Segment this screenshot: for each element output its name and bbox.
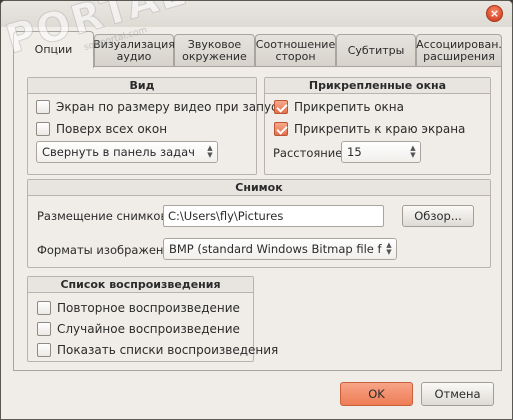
always-on-top-label: Поверх всех окон [56,122,168,136]
tab-options[interactable]: Опции [13,31,94,68]
select-arrows-icon: ▲ ▼ [203,142,217,162]
snapshot-location-label: Размещение снимков: [37,209,172,223]
shuffle-label: Случайное воспроизведение [57,322,240,336]
tab-audio-visualization[interactable]: Визуализация аудио [93,34,175,67]
snap-group-title: Прикрепленные окна [265,78,490,94]
view-group: Вид Экран по размеру видео при запус Пов… [27,77,278,175]
playlist-group-title: Список воспроизведения [28,277,253,293]
title-bar[interactable]: × [1,1,512,27]
view-group-title: Вид [28,78,256,94]
tab-surround-sound[interactable]: Звуковое окружение [174,34,255,67]
settings-dialog: × Опции Визуализация аудио Звуковое окру… [0,0,513,420]
repeat-checkbox[interactable] [37,301,51,315]
repeat-option[interactable]: Повторное воспроизведение [37,299,240,317]
close-button[interactable]: × [486,5,503,22]
cancel-button[interactable]: Отмена [421,382,494,406]
fit-video-checkbox[interactable] [36,100,50,114]
fit-video-label: Экран по размеру видео при запус [56,100,278,114]
snapshot-group: Снимок Размещение снимков: C:\Users\fly\… [27,179,491,268]
image-formats-value: BMP (standard Windows Bitmap file format… [169,242,397,256]
distance-value: 15 [347,145,362,159]
snap-edge-checkbox[interactable] [274,122,288,136]
fit-video-option[interactable]: Экран по размеру видео при запус [36,98,278,116]
show-playlists-option[interactable]: Показать списки воспроизведения [37,341,278,359]
tab-aspect-ratio[interactable]: Соотношение сторон [255,34,336,67]
snap-windows-group: Прикрепленные окна Прикрепить окна Прикр… [264,77,491,175]
snap-windows-label: Прикрепить окна [294,100,404,114]
show-playlists-label: Показать списки воспроизведения [57,343,279,357]
ok-button[interactable]: OK [340,382,413,406]
image-formats-label: Форматы изображений: [37,243,183,257]
select-arrows-icon: ▲ ▼ [382,239,396,259]
show-playlists-checkbox[interactable] [37,343,51,357]
snap-windows-checkbox[interactable] [274,100,288,114]
snapshot-group-title: Снимок [28,180,490,196]
distance-spinbox[interactable]: 15 ▲ ▼ [341,141,421,163]
minimize-select-value: Свернуть в панель задач [42,145,195,159]
browse-button[interactable]: Обзор... [402,205,474,227]
always-on-top-option[interactable]: Поверх всех окон [36,120,167,138]
snapshot-location-input[interactable]: C:\Users\fly\Pictures [163,205,384,227]
spin-arrows-icon[interactable]: ▲ ▼ [406,142,420,162]
repeat-label: Повторное воспроизведение [57,301,240,315]
playlist-group: Список воспроизведения Повторное воспрои… [27,276,278,362]
image-formats-select[interactable]: BMP (standard Windows Bitmap file format… [163,238,397,260]
snap-windows-option[interactable]: Прикрепить окна [274,98,404,116]
tab-file-associations[interactable]: Ассоциирован. расширения [416,34,502,67]
options-panel: Вид Экран по размеру видео при запус Пов… [13,66,502,371]
distance-label: Расстояние: [273,146,347,160]
shuffle-checkbox[interactable] [37,322,51,336]
shuffle-option[interactable]: Случайное воспроизведение [37,320,240,338]
always-on-top-checkbox[interactable] [36,122,50,136]
tab-subtitles[interactable]: Субтитры [336,34,416,67]
minimize-select[interactable]: Свернуть в панель задач ▲ ▼ [36,141,218,163]
snap-edge-label: Прикрепить к краю экрана [294,122,466,136]
snap-edge-option[interactable]: Прикрепить к краю экрана [274,120,465,138]
tab-bar: Опции Визуализация аудио Звуковое окруже… [13,31,503,68]
